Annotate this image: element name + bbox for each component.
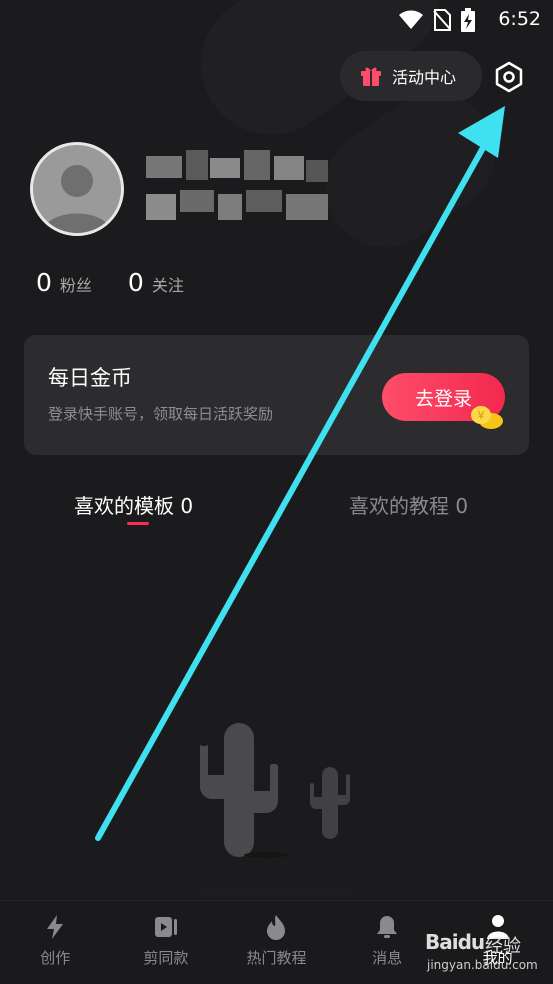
- baidu-jingyan-watermark: Baidu 经验 jingyan.baidu.com: [425, 930, 550, 980]
- tab-liked-tutorials[interactable]: 喜欢的教程 0: [349, 490, 468, 519]
- nav-label-same-style: 剪同款: [143, 949, 189, 967]
- nav-label-hot-tutorials: 热门教程: [246, 949, 307, 967]
- following-count: 0: [127, 268, 144, 297]
- battery-charging-icon: [461, 8, 475, 32]
- settings-hexagon-icon[interactable]: [493, 61, 525, 93]
- lightning-icon: [47, 915, 64, 939]
- following-stat[interactable]: 0 关注: [128, 268, 184, 297]
- nav-item-create[interactable]: 创作: [0, 901, 111, 984]
- nav-item-same-style[interactable]: 剪同款: [111, 901, 222, 984]
- status-time: 6:52: [498, 8, 541, 30]
- no-sim-icon: [433, 9, 451, 31]
- followers-label: 粉丝: [59, 276, 92, 295]
- coin-card-title: 每日金币: [48, 366, 132, 390]
- tab-liked-templates[interactable]: 喜欢的模板 0: [74, 490, 193, 519]
- nav-item-hot-tutorials[interactable]: 热门教程: [221, 901, 332, 984]
- gift-icon: [361, 67, 381, 86]
- wifi-icon: [399, 10, 423, 29]
- watermark-url: jingyan.baidu.com: [427, 958, 538, 972]
- username-pixelated: [146, 150, 331, 222]
- followers-stat[interactable]: 0 粉丝: [36, 268, 92, 297]
- watermark-brand-suffix: 经验: [485, 936, 521, 957]
- video-icon: [154, 917, 177, 937]
- activity-center-label: 活动中心: [392, 68, 457, 87]
- nav-label-create: 创作: [40, 949, 71, 967]
- status-bar: 6:52: [0, 0, 553, 38]
- status-icons: [399, 8, 475, 32]
- daily-coin-card: 每日金币 登录快手账号，领取每日活跃奖励 去登录 ¥: [24, 335, 529, 455]
- coin-card-subtitle: 登录快手账号，领取每日活跃奖励: [48, 405, 274, 423]
- tab-active-indicator: [127, 522, 149, 525]
- avatar[interactable]: [30, 142, 124, 236]
- empty-cactus-illustration: [60, 723, 490, 895]
- profile-stats: 0 粉丝 0 关注: [36, 268, 184, 297]
- activity-center-button[interactable]: 活动中心: [340, 51, 482, 101]
- followers-count: 0: [36, 268, 52, 297]
- coins-icon: ¥: [471, 406, 503, 429]
- default-avatar-icon: [43, 165, 111, 233]
- svg-text:¥: ¥: [478, 409, 485, 422]
- nav-label-messages: 消息: [372, 949, 403, 967]
- watermark-brand: Baidu: [425, 930, 485, 954]
- flame-icon: [267, 915, 286, 940]
- following-label: 关注: [151, 276, 184, 295]
- bell-icon: [377, 916, 398, 938]
